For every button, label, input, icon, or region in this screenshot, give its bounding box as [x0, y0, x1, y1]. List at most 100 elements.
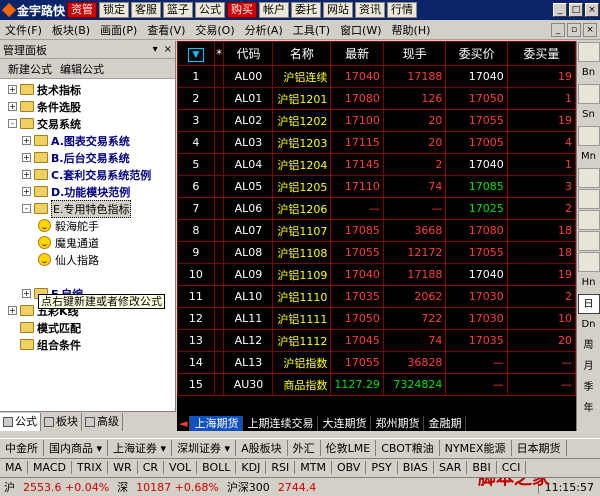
tool-icon-7[interactable]	[577, 189, 600, 209]
indicator-button-9[interactable]: MTM	[295, 461, 332, 474]
tree-node[interactable]: + A.图表交易系统	[0, 132, 175, 149]
top-button-6[interactable]: 帐户	[259, 2, 289, 18]
period-button-13[interactable]: Dn	[578, 315, 600, 335]
tool-icon-4[interactable]	[577, 126, 600, 146]
menu-item-0[interactable]: 文件(F)	[0, 22, 47, 38]
tool-icon-6[interactable]	[577, 168, 600, 188]
top-button-2[interactable]: 客服	[131, 2, 161, 18]
edit-formula-button[interactable]: 编辑公式	[60, 61, 104, 77]
top-button-8[interactable]: 网站	[323, 2, 353, 18]
exchange-button-8[interactable]: NYMEX能源	[440, 439, 512, 456]
scroll-left-icon[interactable]: ◄	[177, 416, 191, 431]
close-icon[interactable]: ×	[585, 3, 599, 17]
top-button-5[interactable]: 购买	[227, 2, 257, 18]
table-row[interactable]: 6 AL05 沪铝1205 17110 74 17085 3	[177, 175, 576, 198]
indicator-button-8[interactable]: RSI	[266, 461, 296, 474]
top-button-4[interactable]: 公式	[195, 2, 225, 18]
minimize-icon[interactable]: _	[553, 3, 567, 17]
col-header-last[interactable]: 最新	[330, 41, 384, 66]
table-row[interactable]: 9 AL08 沪铝1108 17055 12172 17055 18	[177, 241, 576, 264]
maximize-icon[interactable]: □	[569, 3, 583, 17]
indicator-button-1[interactable]: MACD	[28, 461, 72, 474]
period-button-3[interactable]: Sn	[578, 105, 600, 125]
table-row[interactable]: 10 AL09 沪铝1109 17040 17188 17040 19	[177, 263, 576, 286]
indicator-button-7[interactable]: KDJ	[236, 461, 267, 474]
col-header-bid[interactable]: 委买价	[445, 41, 508, 66]
top-button-9[interactable]: 资讯	[355, 2, 385, 18]
tool-icon-8[interactable]	[577, 210, 600, 230]
tree-node[interactable]: + D.功能模块范例	[0, 183, 175, 200]
exchange-button-0[interactable]: 中金所	[0, 439, 44, 456]
period-button-12[interactable]: 日	[577, 294, 600, 314]
indicator-button-4[interactable]: CR	[138, 461, 165, 474]
market-tab-1[interactable]: 上海期货	[190, 416, 244, 431]
table-row[interactable]: 11 AL10 沪铝1110 17035 2062 17030 2	[177, 285, 576, 308]
col-header-name[interactable]: 名称	[272, 41, 332, 66]
menu-item-5[interactable]: 分析(A)	[240, 22, 288, 38]
col-header-volume[interactable]: 现手	[382, 41, 447, 66]
expand-icon[interactable]: +	[22, 187, 31, 196]
table-row[interactable]: 2 AL01 沪铝1201 17080 126 17050 1	[177, 87, 576, 110]
indicator-button-12[interactable]: BIAS	[398, 461, 434, 474]
expand-icon[interactable]: +	[8, 85, 17, 94]
exchange-button-9[interactable]: 日本期货	[512, 439, 567, 456]
indicator-button-6[interactable]: BOLL	[197, 461, 237, 474]
panel-tab-2[interactable]: 高级	[82, 412, 123, 431]
menu-item-3[interactable]: 查看(V)	[142, 22, 190, 38]
period-button-11[interactable]: Hn	[578, 273, 600, 293]
indicator-button-5[interactable]: VOL	[164, 461, 198, 474]
period-button-17[interactable]: 年	[578, 399, 600, 419]
tree-node[interactable]: - 交易系统	[0, 115, 175, 132]
mdi-close-icon[interactable]: ×	[583, 22, 597, 37]
menu-item-7[interactable]: 窗口(W)	[335, 22, 386, 38]
table-row[interactable]: 5 AL04 沪铝1204 17145 2 17040 1	[177, 153, 576, 176]
table-row[interactable]: 13 AL12 沪铝1112 17045 74 17035 20	[177, 329, 576, 352]
exchange-button-6[interactable]: 伦敦LME	[321, 439, 377, 456]
indicator-button-11[interactable]: PSY	[366, 461, 398, 474]
col-header-index[interactable]: ▼	[177, 41, 215, 66]
indicator-button-10[interactable]: OBV	[332, 461, 367, 474]
tree-node[interactable]: 魔鬼通道	[0, 234, 175, 251]
col-header-bid-qty[interactable]: 委买量	[506, 41, 576, 66]
table-row[interactable]: 15 AU30 商品指数 1127.29 7324824— —	[177, 373, 576, 396]
period-button-15[interactable]: 月	[578, 357, 600, 377]
panel-tab-0[interactable]: 公式	[0, 412, 41, 431]
tree-node[interactable]: - E.专用特色指标	[0, 199, 175, 218]
tool-icon-10[interactable]	[577, 252, 600, 272]
exchange-button-7[interactable]: CBOT粮油	[376, 439, 440, 456]
expand-icon[interactable]: +	[22, 170, 31, 179]
indicator-button-2[interactable]: TRIX	[72, 461, 109, 474]
panel-close-icon[interactable]: ×	[164, 44, 172, 55]
top-button-0[interactable]: 资管	[67, 2, 97, 18]
expand-icon[interactable]: +	[22, 289, 31, 298]
period-button-5[interactable]: Mn	[578, 147, 600, 167]
menu-item-1[interactable]: 板块(B)	[47, 22, 95, 38]
table-row[interactable]: 3 AL02 沪铝1202 17100 20 17055 19	[177, 109, 576, 132]
exchange-button-2[interactable]: 上海证券 ▾	[108, 439, 173, 456]
exchange-button-5[interactable]: 外汇	[288, 439, 321, 456]
top-button-10[interactable]: 行情	[387, 2, 417, 18]
menu-item-8[interactable]: 帮助(H)	[387, 22, 436, 38]
tool-icon-2[interactable]	[577, 84, 600, 104]
tree-node[interactable]: 仙人指路	[0, 251, 175, 268]
new-formula-button[interactable]: 新建公式	[8, 61, 52, 77]
tree-node[interactable]: + B.后台交易系统	[0, 149, 175, 166]
indicator-button-13[interactable]: SAR	[434, 461, 468, 474]
market-tab-3[interactable]: 大连期货	[318, 416, 372, 431]
exchange-button-1[interactable]: 国内商品 ▾	[44, 439, 109, 456]
tree-node[interactable]: + 条件选股	[0, 98, 175, 115]
col-header-star[interactable]: *	[213, 41, 225, 66]
menu-item-4[interactable]: 交易(O)	[190, 22, 239, 38]
col-header-code[interactable]: 代码	[223, 41, 274, 66]
exchange-button-3[interactable]: 深圳证券 ▾	[172, 439, 237, 456]
mdi-minimize-icon[interactable]: _	[551, 22, 565, 37]
tree-node[interactable]: 毅海舵手	[0, 217, 175, 234]
expand-icon[interactable]: +	[22, 153, 31, 162]
tree-node[interactable]: 模式匹配	[0, 319, 175, 336]
menu-item-2[interactable]: 画面(P)	[95, 22, 142, 38]
period-button-14[interactable]: 周	[578, 336, 600, 356]
table-row[interactable]: 7 AL06 沪铝1206— —17025 2	[177, 197, 576, 220]
market-tab-4[interactable]: 郑州期货	[371, 416, 425, 431]
table-row[interactable]: 14 AL13 沪铝指数 17055 36828— —	[177, 351, 576, 374]
market-tab-5[interactable]: 金融期	[424, 416, 467, 431]
